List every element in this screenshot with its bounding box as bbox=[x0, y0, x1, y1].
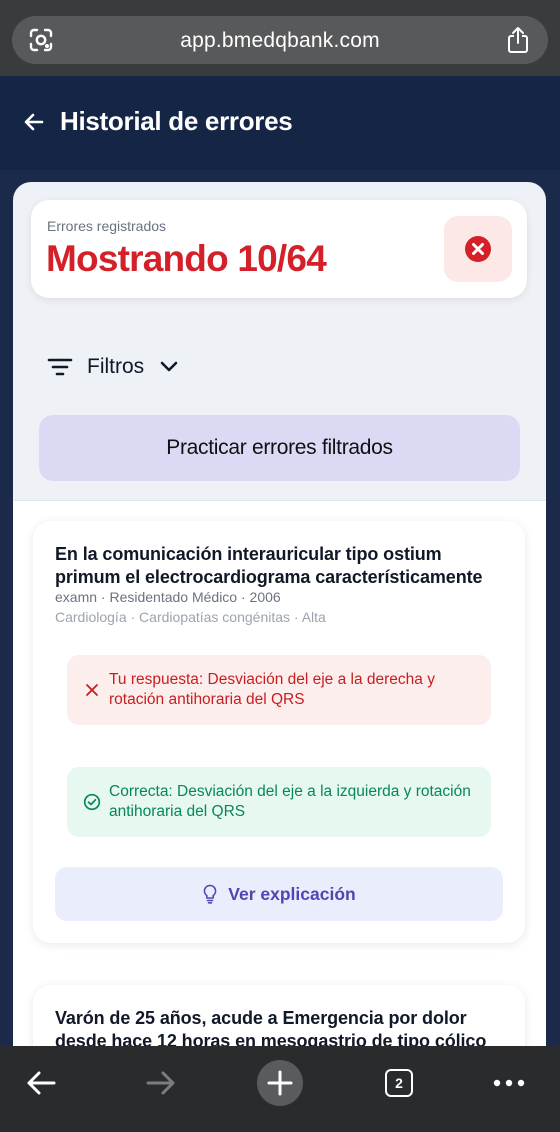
summary-value: Mostrando 10/64 bbox=[46, 238, 327, 279]
errors-summary-card: Errores registrados Mostrando 10/64 bbox=[31, 200, 527, 298]
correct-answer-text: Correcta: Desviación del eje a la izquie… bbox=[109, 783, 471, 820]
error-badge bbox=[444, 216, 512, 282]
question-title[interactable]: Varón de 25 años, acude a Emergencia por… bbox=[55, 1007, 507, 1046]
more-options-button[interactable] bbox=[486, 1060, 532, 1106]
main-content: Errores registrados Mostrando 10/64 Filt… bbox=[0, 170, 560, 1046]
question-title-line: primum el electrocardiograma característ… bbox=[55, 567, 483, 587]
error-x-icon bbox=[465, 236, 491, 262]
new-tab-button[interactable] bbox=[257, 1060, 303, 1106]
your-answer-box: Tu respuesta: Desviación del eje a la de… bbox=[67, 655, 491, 725]
your-answer-text: Tu respuesta: Desviación del eje a la de… bbox=[109, 671, 435, 708]
filters-toggle[interactable]: Filtros bbox=[47, 352, 178, 382]
question-tags: Cardiología · Cardiopatías congénitas · … bbox=[55, 609, 326, 625]
errors-list: En la comunicación interauricular tipo o… bbox=[13, 500, 546, 1046]
tabs-button[interactable]: 2 bbox=[376, 1060, 422, 1106]
check-circle-icon bbox=[83, 793, 101, 811]
summary-panel: Errores registrados Mostrando 10/64 Filt… bbox=[13, 182, 546, 502]
share-icon[interactable] bbox=[506, 26, 530, 54]
question-title-line: En la comunicación interauricular tipo o… bbox=[55, 544, 442, 564]
plus-icon bbox=[267, 1070, 293, 1096]
question-title[interactable]: En la comunicación interauricular tipo o… bbox=[55, 543, 507, 589]
lightbulb-icon bbox=[203, 884, 217, 904]
question-title-line: Varón de 25 años, acude a Emergencia por… bbox=[55, 1008, 467, 1028]
chevron-down-icon bbox=[160, 361, 178, 372]
app-header: Historial de errores bbox=[0, 76, 560, 170]
browser-back-button[interactable] bbox=[18, 1060, 64, 1106]
close-icon bbox=[86, 684, 98, 696]
view-explanation-button[interactable]: Ver explicación bbox=[55, 867, 503, 921]
forward-arrow-icon bbox=[146, 1071, 175, 1095]
question-card: En la comunicación interauricular tipo o… bbox=[33, 521, 525, 943]
address-bar[interactable]: app.bmedqbank.com bbox=[12, 16, 548, 64]
question-title-line: desde hace 12 horas en mesogastrio de ti… bbox=[55, 1031, 487, 1046]
practice-filtered-errors-button[interactable]: Practicar errores filtrados bbox=[39, 415, 520, 481]
summary-label: Errores registrados bbox=[47, 218, 167, 234]
browser-bottom-toolbar: 2 bbox=[0, 1046, 560, 1132]
question-meta: examn · Residentado Médico · 2006 bbox=[55, 589, 281, 605]
back-arrow-icon[interactable] bbox=[22, 110, 46, 134]
question-card: Varón de 25 años, acude a Emergencia por… bbox=[33, 985, 525, 1046]
filters-label: Filtros bbox=[87, 355, 145, 378]
back-arrow-icon bbox=[27, 1071, 56, 1095]
more-icon bbox=[493, 1079, 525, 1087]
tab-count: 2 bbox=[385, 1069, 413, 1097]
url-text[interactable]: app.bmedqbank.com bbox=[12, 29, 548, 53]
filter-icon bbox=[47, 358, 73, 376]
page-title: Historial de errores bbox=[60, 106, 293, 136]
correct-answer-box: Correcta: Desviación del eje a la izquie… bbox=[67, 767, 491, 837]
browser-forward-button[interactable] bbox=[138, 1060, 184, 1106]
view-explanation-label: Ver explicación bbox=[228, 883, 356, 904]
browser-toolbar: app.bmedqbank.com bbox=[0, 0, 560, 76]
